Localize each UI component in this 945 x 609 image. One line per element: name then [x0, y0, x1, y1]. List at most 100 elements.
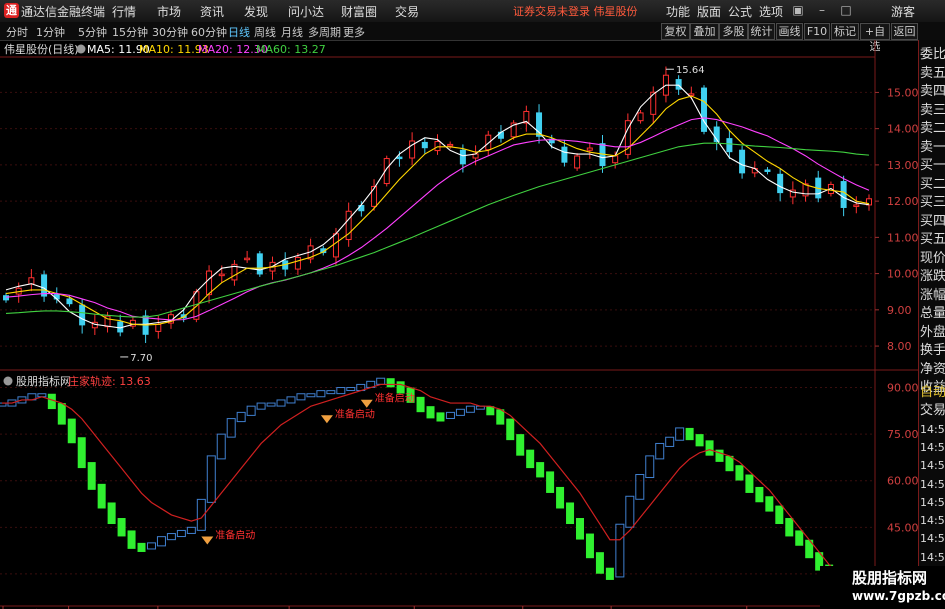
minimize-icon[interactable]: –: [814, 2, 830, 18]
candle-body: [244, 257, 251, 261]
menu-wealth[interactable]: 财富圈: [341, 3, 377, 20]
tab-30min[interactable]: 30分钟: [152, 24, 188, 40]
tab-weekly[interactable]: 周线: [254, 24, 276, 40]
candle-body: [586, 147, 593, 151]
indicator-rise-block: [665, 436, 675, 447]
candle-body: [371, 185, 378, 207]
indicator-fall-block: [426, 406, 435, 419]
stock-label: 伟星股份(日线): [4, 42, 79, 56]
start-signal-label: 准备启动: [335, 407, 375, 420]
button-multi-stock[interactable]: 多股: [719, 23, 748, 40]
button-add-favorite[interactable]: +自选: [860, 23, 890, 53]
candle-body: [256, 253, 263, 275]
ma5-line: [5, 84, 870, 329]
signal-line: [2, 383, 870, 594]
sidebar-field-0: 委比: [920, 47, 945, 62]
indicator-fall-block: [107, 502, 116, 525]
indicator-rise-block: [266, 402, 276, 407]
tab-timeshare[interactable]: 分时: [6, 24, 28, 40]
chart-canvas[interactable]: 15.00 14.00 13.00 12.00 11.00 10.00 9.00 8.00 90…: [0, 40, 918, 609]
indicator-fall-block: [735, 465, 744, 481]
price-tick-label: 14.00: [887, 123, 918, 136]
sidebar-field-11: 现价: [920, 250, 945, 266]
maximize-icon[interactable]: □: [838, 2, 854, 18]
candle-body: [485, 134, 492, 151]
indicator-fall-block: [396, 381, 405, 394]
settings-circle-icon[interactable]: [76, 44, 86, 54]
indicator-fall-block: [127, 530, 136, 549]
indicator-rise-block: [236, 411, 246, 423]
indicator-fall-block: [556, 486, 565, 509]
indicator-fall-block: [685, 427, 694, 441]
toolbar-options[interactable]: 选项: [759, 3, 783, 20]
sidebar-time-1[interactable]: 交易: [920, 402, 945, 420]
candle-body: [675, 79, 682, 90]
indicator-fall-block: [745, 474, 754, 493]
tab-1min[interactable]: 1分钟: [36, 24, 65, 40]
price-tick-label: 15.00: [887, 86, 918, 99]
sidebar-field-13: 涨幅: [920, 287, 945, 303]
extreme-marker-label: 15.64: [676, 65, 705, 76]
button-adjust[interactable]: 复权: [661, 23, 690, 40]
tab-monthly[interactable]: 月线: [281, 24, 303, 40]
tab-multi-period[interactable]: 多周期: [308, 24, 341, 40]
button-stats[interactable]: 统计: [748, 23, 775, 40]
indicator-fall-block: [386, 378, 395, 388]
indicator-rise-block: [256, 402, 266, 410]
toolbar-formula[interactable]: 公式: [728, 3, 752, 20]
menu-discover[interactable]: 发现: [244, 3, 268, 20]
period-tabbar: 分时 1分钟 5分钟 15分钟 30分钟 60分钟 日线 周线 月线 多周期 更…: [0, 22, 945, 53]
watermark-name: 股朋指标网: [852, 569, 928, 587]
app-logo-icon: 通: [4, 3, 19, 18]
candle-body: [396, 156, 403, 160]
indicator-rise-block: [635, 474, 645, 500]
toolbar-layout[interactable]: 版面: [697, 3, 721, 20]
indicator-rise-block: [286, 396, 296, 404]
indicator-rise-block: [216, 433, 226, 460]
menu-trade[interactable]: 交易: [395, 3, 419, 20]
menu-market[interactable]: 行情: [112, 3, 136, 20]
menu-markets[interactable]: 市场: [157, 3, 181, 20]
indicator-fall-block: [526, 449, 535, 469]
tab-daily[interactable]: 日线: [228, 24, 250, 40]
sidebar-time-0[interactable]: 自动: [920, 384, 945, 402]
candle-body: [294, 256, 301, 270]
button-f10[interactable]: F10: [804, 23, 830, 40]
skin-icon[interactable]: ▣: [790, 2, 806, 18]
candle-body: [777, 173, 784, 194]
sidebar-field-9: 买四: [920, 213, 945, 229]
price-tick-label: 11.00: [887, 231, 918, 244]
indicator-settings-icon[interactable]: [3, 376, 13, 386]
tab-5min[interactable]: 5分钟: [78, 24, 107, 40]
toolbar-function[interactable]: 功能: [666, 3, 690, 20]
button-overlay[interactable]: 叠加: [690, 23, 719, 40]
indicator-rise-block: [246, 405, 256, 416]
indicator-fall-block: [416, 396, 425, 413]
candle-body: [701, 87, 708, 132]
menu-news[interactable]: 资讯: [200, 3, 224, 20]
candle-body: [218, 273, 225, 277]
sidebar-field-5: 卖一: [920, 139, 945, 155]
indicator-fall-block: [775, 505, 784, 525]
button-mark[interactable]: 标记: [831, 23, 859, 40]
candle-body: [853, 204, 860, 207]
sidebar-field-17: 净资: [920, 361, 945, 377]
button-back[interactable]: 返回: [891, 23, 918, 40]
tab-60min[interactable]: 60分钟: [191, 24, 227, 40]
indicator-fall-block: [436, 412, 445, 422]
tab-more[interactable]: 更多: [343, 24, 365, 40]
sidebar-field-10: 买五: [920, 232, 945, 247]
button-draw[interactable]: 画线: [776, 23, 803, 40]
app-title: 通达信金融终端: [21, 5, 106, 19]
indicator-rise-block: [445, 411, 455, 419]
tab-15min[interactable]: 15分钟: [112, 24, 148, 40]
user-guest[interactable]: 游客: [891, 3, 915, 20]
indicator-rise-block: [276, 399, 286, 407]
sidebar-time-4: 14:56: [920, 459, 945, 473]
indicator-rise-block: [296, 393, 306, 401]
extreme-marker-label: 7.70: [130, 353, 152, 364]
indicator-rise-block: [615, 523, 625, 578]
candle-body: [574, 155, 581, 169]
menu-assistant[interactable]: 问小达: [288, 3, 324, 20]
indicator-fall-block: [795, 530, 804, 546]
